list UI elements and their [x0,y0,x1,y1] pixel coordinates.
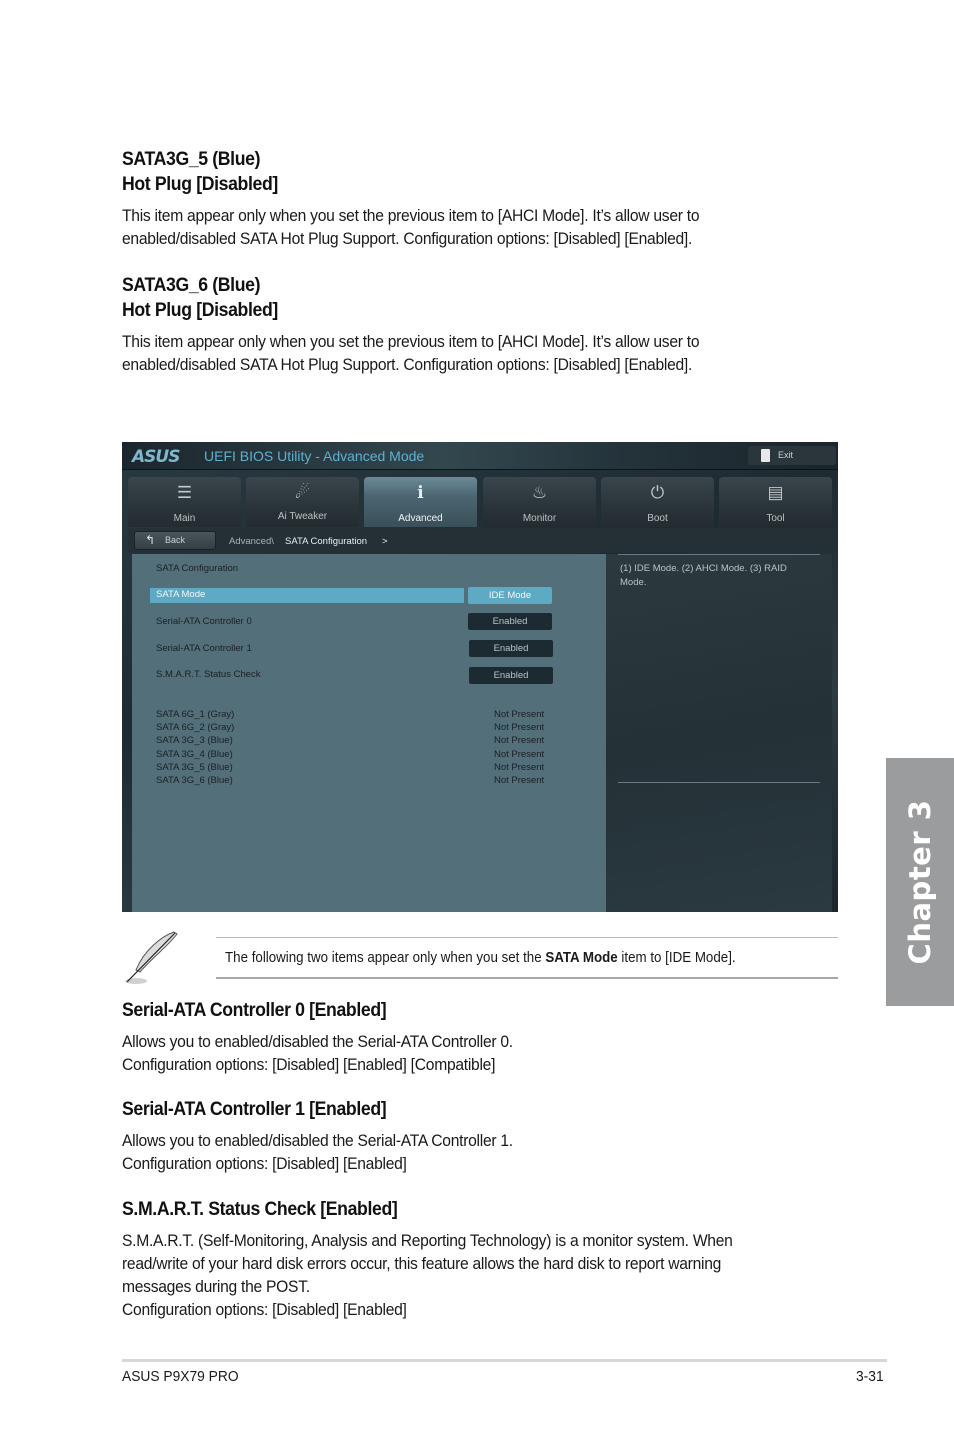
help-panel: (1) IDE Mode. (2) AHCI Mode. (3) RAID Mo… [606,554,832,912]
section-body-line: read/write of your hard disk errors occu… [122,1254,722,1273]
section-body-line: Configuration options: [Disabled] [Enabl… [122,1154,407,1173]
help-divider [618,782,820,783]
port-name: SATA 3G_3 (Blue) [156,735,233,746]
settings-panel: SATA Configuration SATA Mode IDE Mode Se… [132,554,606,912]
tab-tool[interactable]: ▤ Tool [719,477,832,527]
section-body-line: Allows you to enabled/disabled the Seria… [122,1032,513,1051]
breadcrumb-separator: > [382,536,388,547]
tab-label: Ai Tweaker [277,511,328,522]
port-name: SATA 3G_6 (Blue) [156,775,233,786]
asus-logo: ASUS [132,447,180,467]
advanced-info-icon: ℹ [417,483,424,502]
tab-main[interactable]: ☰ Main [128,477,241,527]
setting-label-smart: S.M.A.R.T. Status Check [156,669,261,680]
setting-row-sata-mode[interactable]: SATA Mode [150,588,464,603]
chapter-tab: Chapter 3 [886,758,954,1006]
back-button[interactable]: ↰ Back [134,531,216,550]
port-status: Not Present [494,709,545,720]
controller-1-select[interactable]: Enabled [469,640,553,657]
exit-door-icon [761,449,770,462]
bios-nav-bar: ↰ Back Advanced\ SATA Configuration > [128,528,832,553]
footer-divider [122,1359,887,1362]
section-heading: SATA Configuration [156,563,239,574]
bios-screenshot: ASUS UEFI BIOS Utility - Advanced Mode E… [122,442,838,912]
section-body-line: enabled/disabled SATA Hot Plug Support. … [122,229,693,248]
setting-label-controller-0: Serial-ATA Controller 0 [156,616,252,627]
port-status: Not Present [494,735,545,746]
list-icon: ☰ [176,483,193,502]
note-text-part: item to [IDE Mode]. [617,950,736,966]
section-body-line: Configuration options: [Disabled] [Enabl… [122,1055,496,1074]
section-body-line: enabled/disabled SATA Hot Plug Support. … [122,355,693,374]
section-title-controller-0: Serial-ATA Controller 0 [Enabled] [122,1000,387,1021]
chapter-label: Chapter 3 [903,799,937,965]
port-row: SATA 3G_5 (Blue) Not Present [156,762,544,775]
tab-label: Main [173,513,196,524]
tab-label: Boot [647,513,668,524]
footer-page-number: 3-31 [856,1368,884,1385]
section-subtitle-sata3g6-hotplug: Hot Plug [Disabled] [122,300,278,321]
bios-tab-bar: ☰ Main ☄ Ai Tweaker ℹ Advanced ♨ Monitor… [128,477,832,527]
controller-0-select[interactable]: Enabled [468,613,552,630]
footer-product: ASUS P9X79 PRO [122,1368,239,1385]
tab-advanced[interactable]: ℹ Advanced [364,477,477,527]
port-status: Not Present [494,722,545,733]
help-text: (1) IDE Mode. (2) AHCI Mode. (3) RAID Mo… [620,563,787,588]
tab-label: Advanced [398,513,443,524]
port-row: SATA 3G_6 (Blue) Not Present [156,775,544,788]
section-title-controller-1: Serial-ATA Controller 1 [Enabled] [122,1099,387,1120]
section-body-line: messages during the POST. [122,1277,310,1296]
tab-ai-tweaker[interactable]: ☄ Ai Tweaker [246,477,359,527]
bios-title-bar: ASUS UEFI BIOS Utility - Advanced Mode E… [122,442,838,470]
note-divider-top [216,937,838,938]
sata-mode-select[interactable]: IDE Mode [468,587,552,604]
setting-label-controller-1: Serial-ATA Controller 1 [156,643,252,654]
port-row: SATA 3G_3 (Blue) Not Present [156,735,544,748]
port-status: Not Present [494,775,545,786]
port-row: SATA 3G_4 (Blue) Not Present [156,749,544,762]
section-title-smart: S.M.A.R.T. Status Check [Enabled] [122,1199,398,1220]
port-name: SATA 3G_5 (Blue) [156,762,233,773]
tweaker-icon: ☄ [294,483,311,502]
back-arrow-icon: ↰ [145,533,156,547]
note-text-bold: SATA Mode [545,950,618,966]
note-divider-bottom [216,977,838,979]
section-body-line: Allows you to enabled/disabled the Seria… [122,1131,513,1150]
tab-monitor[interactable]: ♨ Monitor [483,477,596,527]
section-title-sata3g6: SATA3G_6 (Blue) [122,275,261,296]
breadcrumb-parent[interactable]: Advanced\ [229,536,274,547]
port-status: Not Present [494,762,545,773]
section-title-sata3g5: SATA3G_5 (Blue) [122,149,261,170]
note-text: The following two items appear only when… [225,950,736,966]
smart-status-select[interactable]: Enabled [469,667,553,684]
tab-label: Monitor [522,513,557,524]
section-body-line: S.M.A.R.T. (Self-Monitoring, Analysis an… [122,1231,733,1250]
monitor-thermometer-icon: ♨ [531,483,548,502]
feather-pen-icon [125,931,178,984]
toolbox-icon: ▤ [767,483,784,502]
tab-label: Tool [766,513,785,524]
breadcrumb-current: SATA Configuration [285,536,368,547]
section-body-line: Configuration options: [Disabled] [Enabl… [122,1300,407,1319]
back-label: Back [165,535,186,545]
exit-button[interactable]: Exit [748,446,836,465]
port-row: SATA 6G_2 (Gray) Not Present [156,722,544,735]
port-name: SATA 6G_1 (Gray) [156,709,235,720]
exit-label: Exit [778,450,794,460]
port-status: Not Present [494,749,545,760]
section-subtitle-sata3g5-hotplug: Hot Plug [Disabled] [122,174,278,195]
tab-boot[interactable]: ⏻ Boot [601,477,714,527]
port-name: SATA 6G_2 (Gray) [156,722,235,733]
port-name: SATA 3G_4 (Blue) [156,749,233,760]
note-text-part: The following two items appear only when… [225,950,546,966]
bios-title: UEFI BIOS Utility - Advanced Mode [204,448,425,464]
port-row: SATA 6G_1 (Gray) Not Present [156,709,544,722]
setting-label: SATA Mode [156,589,206,600]
help-divider [618,554,820,555]
section-body-line: This item appear only when you set the p… [122,332,700,351]
section-body-line: This item appear only when you set the p… [122,206,700,225]
power-icon: ⏻ [650,483,665,502]
